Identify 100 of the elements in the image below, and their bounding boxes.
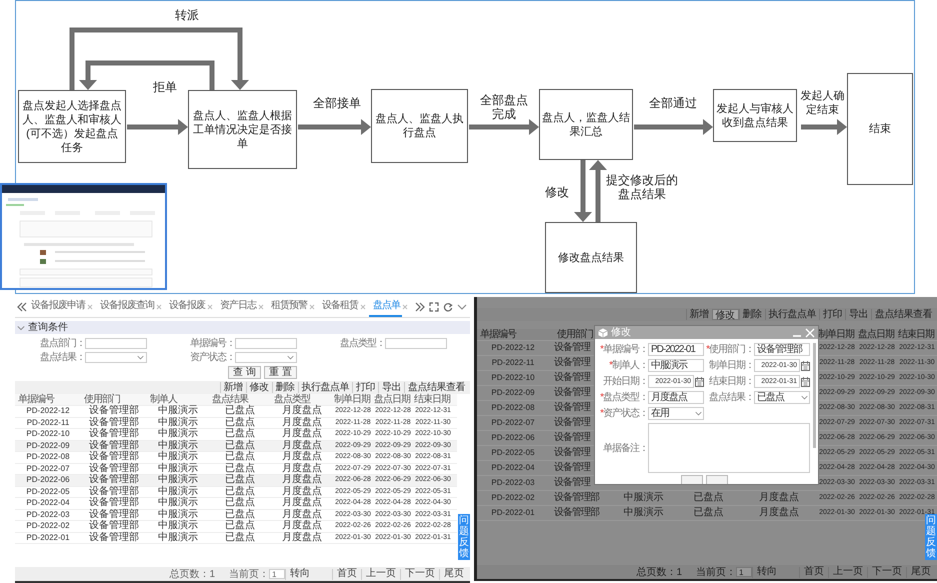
close-icon[interactable] bbox=[309, 304, 315, 310]
input-field[interactable]: PD-2022-01 bbox=[648, 343, 704, 356]
chevron-down-icon[interactable] bbox=[457, 302, 467, 312]
form-button[interactable]: 查 询 bbox=[228, 366, 261, 379]
table-cell-text: 已盘点 bbox=[224, 429, 256, 440]
toolbar-button[interactable]: 执行盘点单 bbox=[764, 309, 819, 320]
flow-step: 结束 bbox=[847, 73, 913, 185]
toolbar-button[interactable]: 导出 bbox=[378, 382, 404, 393]
dropdown[interactable] bbox=[235, 352, 297, 363]
text-area[interactable] bbox=[648, 423, 810, 473]
input-field[interactable] bbox=[385, 338, 447, 349]
chevron-down-icon[interactable] bbox=[287, 354, 294, 361]
refresh-icon[interactable] bbox=[443, 302, 453, 312]
chevron-down-icon[interactable] bbox=[801, 394, 808, 401]
input-field[interactable]: 设备管理部 bbox=[754, 343, 810, 356]
column-header[interactable]: 盘点日期 bbox=[373, 394, 413, 404]
column-header[interactable]: 盘点类型 bbox=[271, 394, 333, 404]
pagination-button[interactable]: 上一页 bbox=[828, 566, 867, 578]
table-cell-text: 已盘点 bbox=[224, 486, 256, 497]
calendar-icon[interactable] bbox=[801, 376, 810, 386]
pagination-button[interactable]: 首页 bbox=[332, 568, 361, 580]
pagination-button[interactable]: 尾页 bbox=[906, 566, 935, 578]
chevron-down-icon[interactable] bbox=[137, 354, 144, 361]
column-header[interactable]: 结束日期 bbox=[413, 394, 453, 404]
toolbar-button[interactable]: 修改 bbox=[246, 382, 272, 393]
column-header[interactable]: 制单人 bbox=[147, 394, 209, 404]
table-cell-text: 月度盘点 bbox=[281, 429, 323, 440]
double-chevron-left-icon[interactable] bbox=[17, 302, 27, 312]
column-header[interactable]: 使用部门 bbox=[81, 394, 147, 404]
column-header[interactable]: 盘点日期 bbox=[857, 330, 897, 340]
table-cell-text: 月度盘点 bbox=[281, 510, 323, 520]
input-field[interactable] bbox=[85, 338, 147, 349]
table-cell-text: 中服演示 bbox=[157, 532, 199, 543]
table-cell-text: 设备管理部 bbox=[88, 486, 140, 497]
form-button[interactable]: 重 置 bbox=[264, 366, 297, 379]
table-cell-text: PD-2022-01 bbox=[25, 532, 71, 543]
close-icon[interactable] bbox=[87, 304, 93, 310]
tab[interactable]: 设备租赁 bbox=[318, 297, 360, 317]
dropdown[interactable] bbox=[85, 352, 147, 363]
chevron-down-icon[interactable] bbox=[695, 410, 702, 417]
column-header[interactable]: 制单日期 bbox=[333, 394, 373, 404]
toolbar-button[interactable]: 新增 bbox=[220, 382, 246, 393]
toolbar-button[interactable]: 删除 bbox=[738, 309, 764, 320]
pagination-button[interactable]: 尾页 bbox=[439, 568, 468, 580]
column-header[interactable]: 盘点结果 bbox=[209, 394, 271, 404]
toolbar-button[interactable]: 打印 bbox=[819, 309, 845, 320]
close-icon[interactable] bbox=[207, 304, 213, 310]
column-header[interactable]: 使用部门 bbox=[554, 330, 593, 340]
tab[interactable]: 设备报废 bbox=[165, 297, 207, 317]
tab[interactable]: 设备报废申请 bbox=[27, 297, 87, 317]
toolbar-button[interactable]: 修改 bbox=[712, 309, 738, 320]
column-header[interactable]: 单据编号 bbox=[477, 330, 549, 340]
go-button[interactable]: 转向 bbox=[752, 566, 781, 578]
toolbar-button[interactable]: 盘点结果查看 bbox=[871, 309, 935, 320]
dialog-button[interactable] bbox=[706, 475, 728, 484]
input-field[interactable]: 月度盘点 bbox=[648, 391, 704, 404]
table-cell: 设备管理部 bbox=[554, 493, 599, 503]
scrollbar[interactable] bbox=[813, 343, 816, 448]
table-cell-text: 中服演示 bbox=[157, 429, 199, 440]
current-page-label: 当前页： bbox=[696, 566, 736, 578]
pagination-button[interactable]: 下一页 bbox=[867, 566, 906, 578]
dropdown[interactable]: 在用 bbox=[648, 407, 704, 420]
input-field[interactable]: 中服演示 bbox=[648, 359, 704, 372]
table-cell-text: PD-2022-03 bbox=[490, 478, 536, 488]
pagination-button[interactable]: 下一页 bbox=[400, 568, 439, 580]
close-icon[interactable] bbox=[402, 304, 408, 310]
dropdown-value: 已盘点 bbox=[757, 392, 784, 403]
close-icon[interactable] bbox=[258, 304, 264, 310]
toolbar-button[interactable]: 盘点结果查看 bbox=[404, 382, 468, 393]
flow-step: 发起人与审核人收到盘点结果 bbox=[713, 89, 797, 142]
tab[interactable]: 租赁预警 bbox=[267, 297, 309, 317]
pagination-button[interactable]: 上一页 bbox=[361, 568, 400, 580]
close-icon[interactable] bbox=[156, 304, 162, 310]
table-cell-text: 中服演示 bbox=[157, 486, 199, 497]
close-icon[interactable] bbox=[360, 304, 366, 310]
chevron-down-icon[interactable] bbox=[17, 324, 25, 332]
calendar-icon[interactable] bbox=[695, 376, 704, 386]
toolbar-button[interactable]: 删除 bbox=[272, 382, 298, 393]
toolbar-button[interactable]: 打印 bbox=[352, 382, 378, 393]
column-header[interactable]: 结束日期 bbox=[897, 330, 937, 340]
toolbar-button[interactable]: 导出 bbox=[845, 309, 871, 320]
dropdown[interactable]: 已盘点 bbox=[754, 391, 810, 404]
dialog-button[interactable] bbox=[680, 475, 702, 484]
go-button[interactable]: 转向 bbox=[285, 568, 314, 580]
tab[interactable]: 盘点单 bbox=[369, 297, 402, 317]
column-header[interactable]: 制单日期 bbox=[817, 330, 857, 340]
toolbar-button[interactable]: 执行盘点单 bbox=[298, 382, 352, 393]
expand-icon[interactable] bbox=[429, 302, 439, 312]
table-cell-text: 已盘点 bbox=[224, 440, 256, 451]
tab[interactable]: 资产日志 bbox=[216, 297, 258, 317]
page-number-field[interactable]: 1 bbox=[269, 569, 285, 579]
double-chevron-right-icon[interactable] bbox=[415, 302, 425, 312]
arrow-label: 全部盘点完成 bbox=[479, 93, 529, 121]
calendar-icon[interactable] bbox=[801, 360, 810, 370]
table-cell: 设备管理 bbox=[554, 343, 590, 353]
input-field[interactable] bbox=[235, 338, 297, 349]
page-number-field[interactable]: 1 bbox=[736, 567, 752, 577]
tab[interactable]: 设备报废查询 bbox=[96, 297, 156, 317]
column-header[interactable]: 单据编号 bbox=[15, 394, 81, 404]
pagination-button[interactable]: 首页 bbox=[799, 566, 828, 578]
